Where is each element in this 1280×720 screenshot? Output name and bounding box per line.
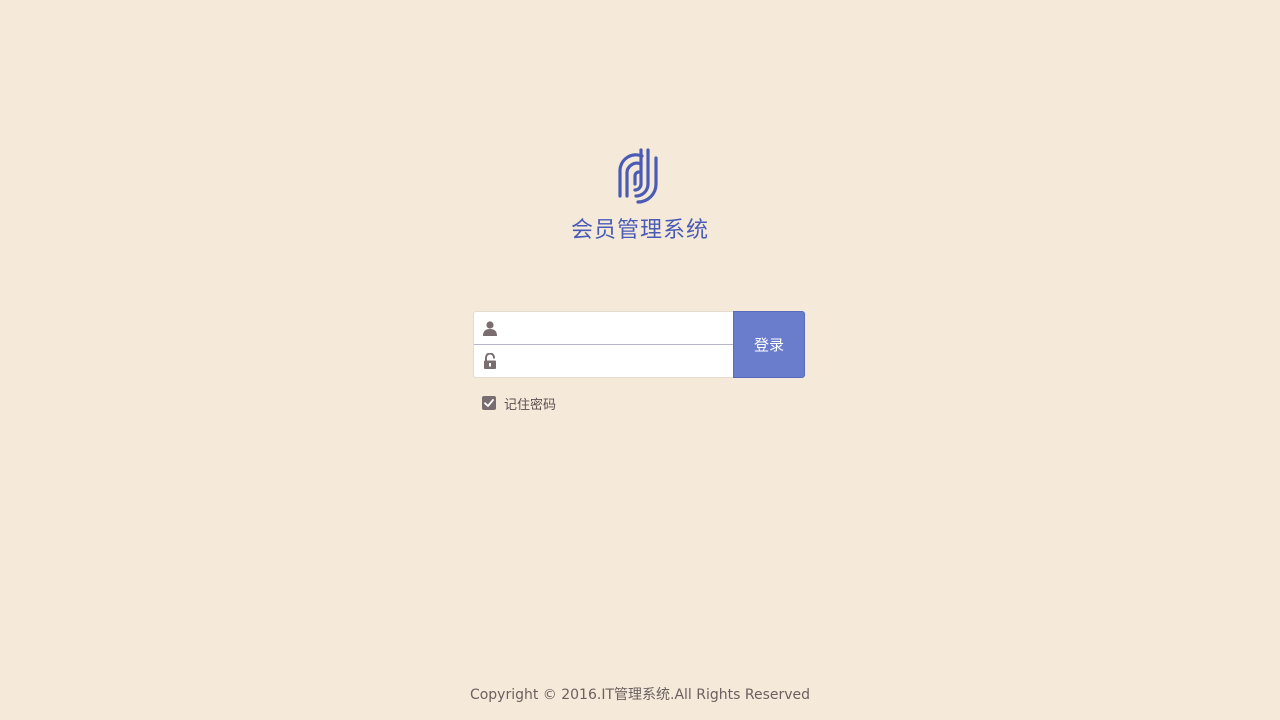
- username-input[interactable]: [506, 316, 730, 342]
- remember-checkbox[interactable]: [482, 396, 496, 410]
- fingerprint-logo-icon: [618, 148, 658, 204]
- checkmark-icon: [484, 399, 494, 407]
- lock-icon: [484, 353, 496, 369]
- password-input[interactable]: [506, 349, 730, 375]
- username-row: [474, 312, 733, 345]
- login-form: 登录: [473, 311, 805, 378]
- login-page: 会员管理系统 登录 记住密码 Copyright © 2016.IT管理系统.A…: [0, 0, 1280, 720]
- remember-password[interactable]: 记住密码: [482, 395, 557, 413]
- footer-copyright: Copyright © 2016.IT管理系统.All Rights Reser…: [469, 687, 811, 703]
- user-icon: [483, 321, 497, 336]
- credential-fields: [473, 311, 733, 378]
- password-row: [474, 345, 733, 377]
- remember-label: 记住密码: [504, 397, 557, 413]
- login-button[interactable]: 登录: [733, 311, 805, 378]
- app-title: 会员管理系统: [570, 218, 709, 243]
